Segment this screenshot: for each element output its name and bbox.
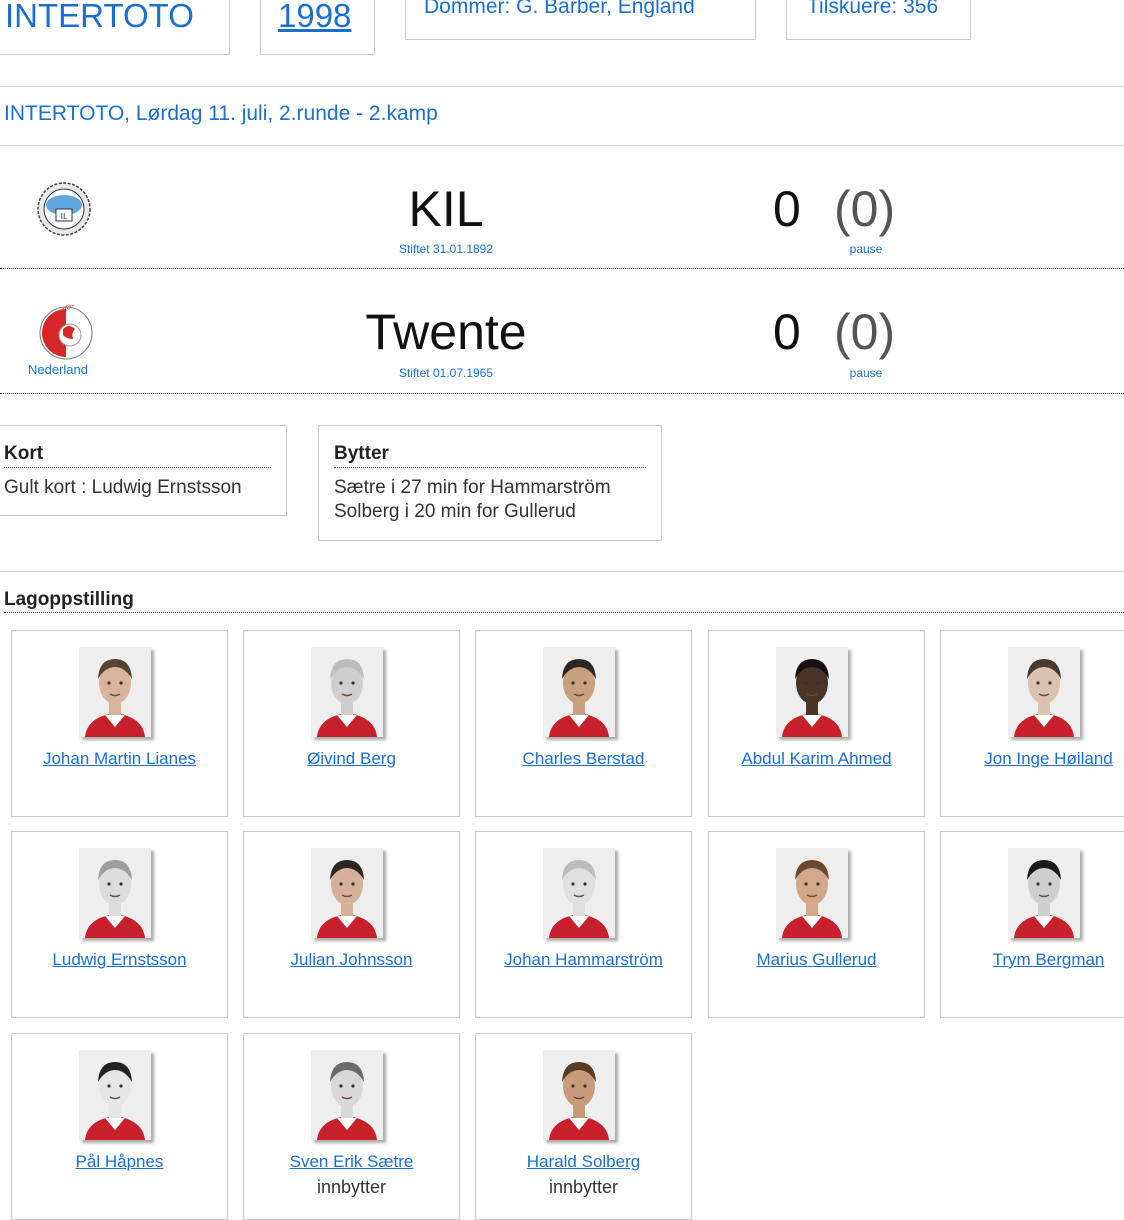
player-photo[interactable]: [79, 1050, 151, 1140]
cards-title-underline: [4, 467, 271, 468]
player-card: Pål Håpnes: [11, 1033, 228, 1220]
svg-text:IL: IL: [61, 212, 68, 221]
player-card: Abdul Karim Ahmed: [708, 630, 925, 817]
away-score: 0: [773, 304, 801, 360]
substitutions-title: Bytter: [334, 443, 389, 464]
divider: [0, 145, 1124, 146]
year-box: 1998: [260, 0, 375, 55]
divider: [0, 571, 1124, 572]
lineup-title: Lagoppstilling: [4, 589, 134, 610]
match-title: INTERTOTO, Lørdag 11. juli, 2.runde - 2.…: [4, 102, 438, 125]
player-name-link[interactable]: Marius Gullerud: [709, 950, 924, 970]
player-card: Ludwig Ernstsson: [11, 831, 228, 1018]
player-name-link[interactable]: Charles Berstad: [476, 749, 691, 769]
player-photo[interactable]: [311, 647, 383, 737]
away-country-link[interactable]: Nederland: [28, 362, 88, 377]
home-team-name: KIL: [408, 181, 484, 237]
player-card: Trym Bergman: [940, 831, 1124, 1018]
player-name-link[interactable]: Julian Johnsson: [244, 950, 459, 970]
card-entry: Gult kort : Ludwig Ernstsson: [4, 477, 242, 498]
player-card: Øivind Berg: [243, 630, 460, 817]
away-halftime-label: pause: [849, 366, 883, 380]
player-photo[interactable]: [79, 848, 151, 938]
player-name-link[interactable]: Johan Martin Lianes: [12, 749, 227, 769]
attendance-text: Tilskuere: 356: [807, 0, 939, 18]
player-name-link[interactable]: Pål Håpnes: [12, 1152, 227, 1172]
player-photo[interactable]: [1008, 848, 1080, 938]
twente-crest-icon: FC TWENTE: [39, 305, 93, 360]
divider: [0, 86, 1124, 87]
player-name-link[interactable]: Harald Solberg: [476, 1152, 691, 1172]
player-photo[interactable]: [1008, 647, 1080, 737]
player-card: Johan Martin Lianes: [11, 630, 228, 817]
player-name-link[interactable]: Sven Erik Sætre: [244, 1152, 459, 1172]
player-role: innbytter: [316, 1177, 387, 1197]
player-photo[interactable]: [311, 848, 383, 938]
player-name-link[interactable]: Øivind Berg: [244, 749, 459, 769]
player-card: Charles Berstad: [475, 630, 692, 817]
player-name-link[interactable]: Johan Hammarström: [476, 950, 691, 970]
player-role: innbytter: [548, 1177, 619, 1197]
home-score: 0: [773, 181, 801, 237]
home-halftime-score: (0): [834, 181, 896, 237]
away-team-founded: Stiftet 01.07.1965: [398, 366, 494, 380]
player-name-link[interactable]: Jon Inge Høiland: [941, 749, 1124, 769]
player-photo[interactable]: [543, 647, 615, 737]
referee-box: Dommer: G. Barber, England: [405, 0, 756, 40]
player-photo[interactable]: [311, 1050, 383, 1140]
divider: [0, 393, 1124, 394]
substitutions-title-underline: [334, 467, 646, 468]
player-card: Marius Gullerud: [708, 831, 925, 1018]
player-card: Harald Solberg innbytter: [475, 1033, 692, 1220]
away-team-name: Twente: [365, 304, 527, 360]
cards-box: Kort Gult kort : Ludwig Ernstsson: [0, 425, 287, 516]
player-photo[interactable]: [543, 848, 615, 938]
player-card: Julian Johnsson: [243, 831, 460, 1018]
player-photo[interactable]: [79, 647, 151, 737]
competition-box: INTERTOTO: [0, 0, 230, 55]
lineup-title-underline: [4, 612, 1124, 613]
substitution-entry: Solberg i 20 min for Gullerud: [334, 501, 576, 522]
year-link[interactable]: 1998: [278, 0, 351, 35]
substitutions-box: Bytter Sætre i 27 min for Hammarström So…: [318, 425, 662, 541]
cards-title: Kort: [4, 443, 44, 464]
home-team-founded: Stiftet 31.01.1892: [398, 242, 494, 256]
divider: [0, 268, 1124, 269]
player-photo[interactable]: [543, 1050, 615, 1140]
player-name-link[interactable]: Ludwig Ernstsson: [12, 950, 227, 970]
competition-label: INTERTOTO: [5, 0, 194, 34]
player-card: Sven Erik Sætre innbytter: [243, 1033, 460, 1220]
substitution-entry: Sætre i 27 min for Hammarström: [334, 477, 611, 498]
kil-crest-icon: IL: [37, 182, 91, 236]
attendance-box: Tilskuere: 356: [786, 0, 971, 40]
player-name-link[interactable]: Abdul Karim Ahmed: [709, 749, 924, 769]
away-halftime-score: (0): [834, 304, 896, 360]
player-card: Johan Hammarström: [475, 831, 692, 1018]
player-photo[interactable]: [776, 647, 848, 737]
player-photo[interactable]: [776, 848, 848, 938]
player-name-link[interactable]: Trym Bergman: [941, 950, 1124, 970]
player-card: Jon Inge Høiland: [940, 630, 1124, 817]
referee-text: Dommer: G. Barber, England: [424, 0, 695, 18]
home-halftime-label: pause: [849, 242, 883, 256]
